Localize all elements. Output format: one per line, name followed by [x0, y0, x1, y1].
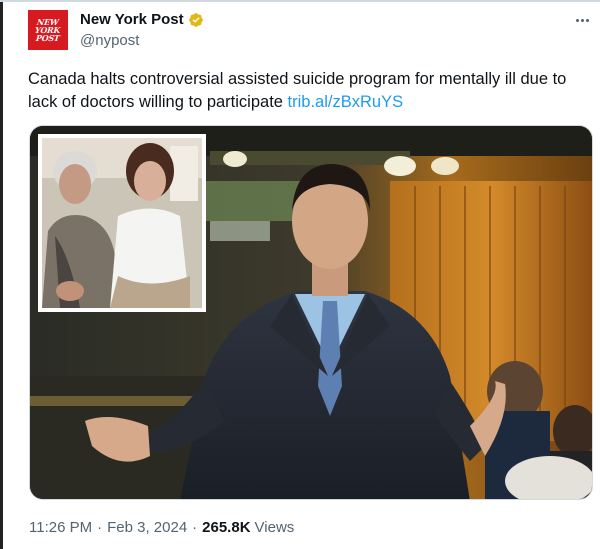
photo-illustration	[30, 126, 592, 499]
tweet-card[interactable]: NEW YORK POST New York Post @nypost Cana…	[13, 0, 600, 549]
views-label: Views	[254, 519, 295, 536]
views-count: 265.8K	[202, 519, 251, 536]
author-name-row: New York Post	[80, 11, 204, 28]
window-left-edge	[0, 0, 3, 549]
tweet-metadata: 11:26 PM · Feb 3, 2024 · 265.8K Views	[29, 519, 294, 536]
more-options-icon[interactable]	[572, 10, 592, 30]
tweet-time[interactable]: 11:26 PM	[29, 519, 92, 536]
tweet-link[interactable]: trib.al/zBxRuYS	[288, 93, 404, 111]
separator-dot-1: ·	[97, 519, 103, 536]
avatar[interactable]: NEW YORK POST	[28, 10, 68, 50]
separator-dot-2: ·	[192, 519, 198, 536]
avatar-line-3: POST	[35, 33, 61, 43]
author-handle[interactable]: @nypost	[80, 32, 139, 49]
tweet-photo[interactable]	[29, 125, 593, 500]
tweet-date[interactable]: Feb 3, 2024	[107, 519, 187, 536]
tweet-text: Canada halts controversial assisted suic…	[28, 68, 593, 114]
verified-badge-icon	[188, 12, 203, 27]
author-display-name[interactable]: New York Post	[80, 11, 184, 28]
